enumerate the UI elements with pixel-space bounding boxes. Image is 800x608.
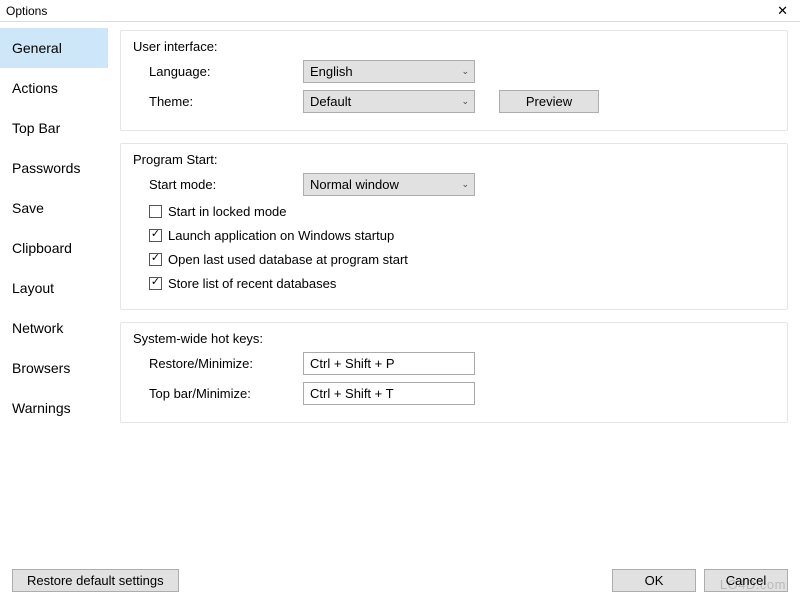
theme-label: Theme: [135, 94, 303, 109]
store-recent-label: Store list of recent databases [168, 276, 336, 291]
titlebar: Options ✕ [0, 0, 800, 22]
cancel-button[interactable]: Cancel [704, 569, 788, 592]
main-panel: User interface: Language: English ⌄ Them… [108, 22, 800, 562]
chevron-down-icon: ⌄ [461, 179, 469, 190]
hotkeys-group: System-wide hot keys: Restore/Minimize: … [120, 322, 788, 423]
sidebar-item-browsers[interactable]: Browsers [0, 348, 108, 388]
close-icon[interactable]: ✕ [773, 3, 792, 19]
launch-startup-label: Launch application on Windows startup [168, 228, 394, 243]
sidebar-item-layout[interactable]: Layout [0, 268, 108, 308]
sidebar-item-clipboard[interactable]: Clipboard [0, 228, 108, 268]
restore-defaults-button[interactable]: Restore default settings [12, 569, 179, 592]
launch-startup-checkbox[interactable] [149, 229, 162, 242]
start-locked-label: Start in locked mode [168, 204, 287, 219]
theme-select[interactable]: Default ⌄ [303, 90, 475, 113]
sidebar-item-passwords[interactable]: Passwords [0, 148, 108, 188]
start-mode-select[interactable]: Normal window ⌄ [303, 173, 475, 196]
footer: Restore default settings OK Cancel [0, 562, 800, 608]
sidebar-item-top-bar[interactable]: Top Bar [0, 108, 108, 148]
language-select[interactable]: English ⌄ [303, 60, 475, 83]
program-start-group: Program Start: Start mode: Normal window… [120, 143, 788, 310]
start-mode-label: Start mode: [135, 177, 303, 192]
restore-minimize-input[interactable]: Ctrl + Shift + P [303, 352, 475, 375]
language-label: Language: [135, 64, 303, 79]
start-locked-checkbox[interactable] [149, 205, 162, 218]
sidebar-item-actions[interactable]: Actions [0, 68, 108, 108]
open-last-db-label: Open last used database at program start [168, 252, 408, 267]
restore-minimize-label: Restore/Minimize: [135, 356, 303, 371]
store-recent-checkbox[interactable] [149, 277, 162, 290]
hotkeys-title: System-wide hot keys: [133, 331, 773, 346]
preview-button[interactable]: Preview [499, 90, 599, 113]
user-interface-title: User interface: [133, 39, 773, 54]
chevron-down-icon: ⌄ [461, 96, 469, 107]
sidebar: General Actions Top Bar Passwords Save C… [0, 22, 108, 562]
ok-button[interactable]: OK [612, 569, 696, 592]
window-title: Options [6, 4, 47, 18]
sidebar-item-warnings[interactable]: Warnings [0, 388, 108, 428]
content: General Actions Top Bar Passwords Save C… [0, 22, 800, 562]
topbar-minimize-label: Top bar/Minimize: [135, 386, 303, 401]
program-start-title: Program Start: [133, 152, 773, 167]
sidebar-item-network[interactable]: Network [0, 308, 108, 348]
open-last-db-checkbox[interactable] [149, 253, 162, 266]
sidebar-item-general[interactable]: General [0, 28, 108, 68]
chevron-down-icon: ⌄ [461, 66, 469, 77]
user-interface-group: User interface: Language: English ⌄ Them… [120, 30, 788, 131]
sidebar-item-save[interactable]: Save [0, 188, 108, 228]
topbar-minimize-input[interactable]: Ctrl + Shift + T [303, 382, 475, 405]
